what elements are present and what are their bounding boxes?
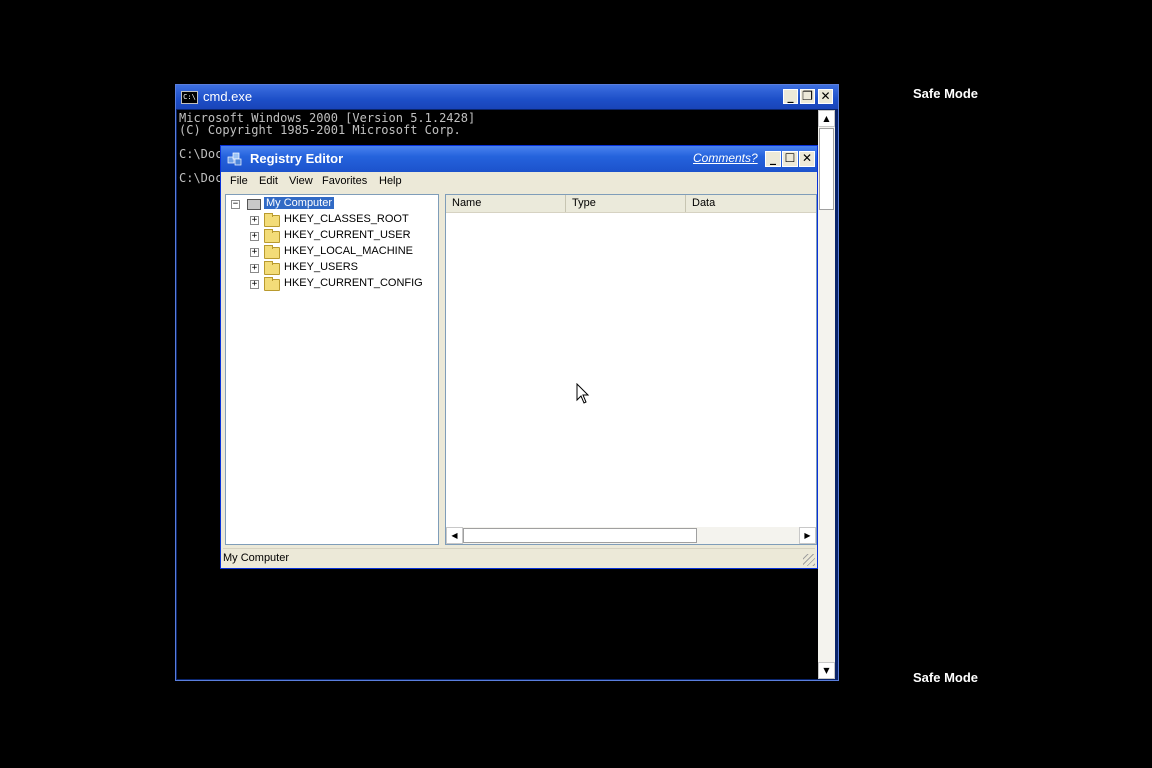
folder-icon (264, 277, 280, 291)
mouse-cursor-icon (576, 383, 590, 404)
folder-icon (264, 261, 280, 275)
registry-window-title: Registry Editor (250, 151, 344, 166)
scroll-right-arrow-icon[interactable]: ▶ (799, 527, 816, 544)
status-text: My Computer (223, 552, 290, 564)
registry-minimize-button[interactable]: _ (765, 151, 781, 167)
console-line: (C) Copyright 1985-2001 Microsoft Corp. (179, 123, 461, 137)
comments-link[interactable]: Comments? (693, 151, 758, 165)
tree-item-hkey-current-config[interactable]: + HKEY_CURRENT_CONFIG (226, 277, 436, 293)
scroll-left-arrow-icon[interactable]: ◀ (446, 527, 463, 544)
list-scroll-thumb[interactable] (463, 528, 697, 543)
tree-item-hkey-current-user[interactable]: + HKEY_CURRENT_USER (226, 229, 436, 245)
cmd-title-bar[interactable]: C:\ cmd.exe _ ❐ ✕ (176, 85, 838, 109)
safe-mode-label-top: Safe Mode (913, 86, 979, 101)
registry-maximize-button[interactable]: ☐ (782, 151, 798, 167)
registry-editor-window[interactable]: Registry Editor Comments? _ ☐ ✕ File Edi… (220, 145, 818, 569)
menu-view[interactable]: View (289, 175, 313, 187)
cmd-minimize-button[interactable]: _ (783, 89, 798, 104)
status-bar: My Computer (223, 548, 815, 567)
list-horizontal-scrollbar[interactable]: ◀ ▶ (446, 527, 816, 544)
expand-icon[interactable]: + (250, 232, 259, 241)
tree-item-label: HKEY_LOCAL_MACHINE (284, 245, 413, 257)
folder-icon (264, 213, 280, 227)
resize-grip-icon[interactable] (803, 554, 815, 566)
column-header-type[interactable]: Type (566, 195, 686, 212)
tree-item-label: HKEY_CURRENT_USER (284, 229, 411, 241)
scroll-up-arrow-icon[interactable]: ▲ (818, 110, 835, 127)
tree-item-label: HKEY_CURRENT_CONFIG (284, 277, 423, 289)
tree-item-label: HKEY_USERS (284, 261, 358, 273)
registry-values-list[interactable]: Name Type Data ◀ ▶ (445, 194, 817, 545)
expand-icon[interactable]: + (250, 280, 259, 289)
folder-icon (264, 245, 280, 259)
tree-item-hkey-local-machine[interactable]: + HKEY_LOCAL_MACHINE (226, 245, 436, 261)
menu-bar: File Edit View Favorites Help (221, 172, 817, 192)
menu-edit[interactable]: Edit (259, 175, 278, 187)
folder-icon (264, 229, 280, 243)
cmd-scroll-thumb[interactable] (819, 128, 834, 210)
tree-item-label: HKEY_CLASSES_ROOT (284, 213, 409, 225)
tree-item-my-computer[interactable]: − My Computer (226, 196, 436, 213)
expand-icon[interactable]: + (250, 264, 259, 273)
registry-key-tree[interactable]: − My Computer + HKEY_CLASSES_ROOT + HKEY… (225, 194, 439, 545)
menu-favorites[interactable]: Favorites (322, 175, 367, 187)
cmd-window-title: cmd.exe (203, 89, 253, 104)
computer-icon (247, 199, 261, 210)
list-column-header: Name Type Data (446, 195, 816, 213)
registry-editor-icon (227, 152, 242, 166)
menu-help[interactable]: Help (379, 175, 402, 187)
tree-item-hkey-users[interactable]: + HKEY_USERS (226, 261, 436, 277)
tree-item-label: My Computer (262, 196, 336, 210)
expand-icon[interactable]: + (250, 216, 259, 225)
registry-title-bar[interactable]: Registry Editor Comments? _ ☐ ✕ (221, 146, 817, 172)
cmd-restore-button[interactable]: ❐ (800, 89, 815, 104)
scroll-down-arrow-icon[interactable]: ▼ (818, 662, 835, 679)
safe-mode-label-bottom: Safe Mode (913, 670, 979, 685)
registry-close-button[interactable]: ✕ (799, 151, 815, 167)
menu-file[interactable]: File (230, 175, 248, 187)
cmd-close-button[interactable]: ✕ (818, 89, 833, 104)
collapse-icon[interactable]: − (231, 200, 240, 209)
cmd-vertical-scrollbar[interactable]: ▲ ▼ (818, 110, 835, 679)
column-header-data[interactable]: Data (686, 195, 816, 212)
expand-icon[interactable]: + (250, 248, 259, 257)
tree-item-hkey-classes-root[interactable]: + HKEY_CLASSES_ROOT (226, 213, 436, 229)
pane-splitter[interactable] (439, 194, 443, 545)
console-icon: C:\ (181, 91, 198, 104)
column-header-name[interactable]: Name (446, 195, 566, 212)
